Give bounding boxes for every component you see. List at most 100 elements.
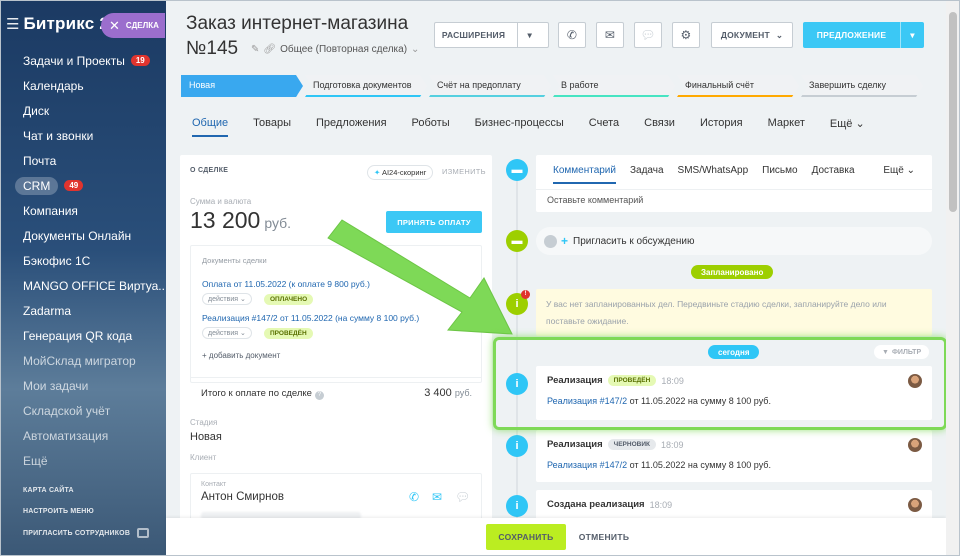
- avatar[interactable]: [908, 438, 922, 452]
- page-title[interactable]: Заказ интернет-магазина: [186, 13, 408, 35]
- stage-docs-prep[interactable]: Подготовка документов: [305, 75, 427, 97]
- menu-icon[interactable]: ☰: [6, 15, 19, 33]
- sidebar-item-mail[interactable]: Почта: [0, 148, 166, 173]
- configure-menu-link[interactable]: НАСТРОИТЬ МЕНЮ: [23, 508, 94, 515]
- edit-section-link[interactable]: ИЗМЕНИТЬ: [442, 167, 486, 176]
- sidebar-item-zadarma[interactable]: Zadarma: [0, 298, 166, 323]
- email-button[interactable]: ✉: [596, 22, 624, 48]
- document-actions-dropdown[interactable]: действия ⌄: [202, 327, 252, 339]
- payment-document-link[interactable]: Оплата от 11.05.2022 (к оплате 9 800 руб…: [202, 279, 370, 289]
- sidebar-item-company[interactable]: Компания: [0, 198, 166, 223]
- sidebar-item-chat[interactable]: Чат и звонки: [0, 123, 166, 148]
- offer-button[interactable]: ПРЕДЛОЖЕНИЕ ▾: [803, 22, 924, 48]
- stage-in-progress[interactable]: В работе: [553, 75, 675, 97]
- comment-input[interactable]: Оставьте комментарий: [547, 195, 643, 205]
- settings-button[interactable]: ⚙: [672, 22, 700, 48]
- filter-icon: ▼: [882, 348, 889, 356]
- chevron-down-icon[interactable]: ▾: [900, 22, 924, 48]
- accept-payment-button[interactable]: ПРИНЯТЬ ОПЛАТУ: [386, 211, 482, 233]
- chat-button[interactable]: 💬︎: [634, 22, 662, 48]
- stage-new[interactable]: Новая: [181, 75, 303, 97]
- sidebar-item-moysklad[interactable]: МойСклад мигратор: [0, 348, 166, 373]
- ai-scoring-button[interactable]: ✦ AI24-скоринг: [367, 165, 434, 180]
- tab-task[interactable]: Задача: [630, 165, 664, 184]
- phone-icon[interactable]: ✆: [409, 490, 419, 504]
- stage-label: Стадия: [190, 418, 218, 427]
- invite-employees-link[interactable]: ПРИГЛАСИТЬ СОТРУДНИКОВ: [23, 530, 130, 537]
- add-document-link[interactable]: + добавить документ: [202, 351, 280, 360]
- close-deal-slider-button[interactable]: ✕ СДЕЛКА: [101, 13, 165, 38]
- timeline-line: [516, 170, 518, 540]
- status-badge: ПРОВЕДЁН: [264, 328, 313, 339]
- pencil-icon[interactable]: ✎: [251, 44, 259, 55]
- realization-link[interactable]: Реализация #147/2: [547, 460, 627, 470]
- contact-name[interactable]: Антон Смирнов: [201, 491, 284, 503]
- deal-tabs: Общие Товары Предложения Роботы Бизнес-п…: [192, 117, 890, 137]
- tab-history[interactable]: История: [700, 117, 743, 137]
- deal-info-card: О СДЕЛКЕ ✦ AI24-скоринг ИЗМЕНИТЬ Сумма и…: [180, 155, 492, 556]
- tab-links[interactable]: Связи: [644, 117, 675, 137]
- tab-products[interactable]: Товары: [253, 117, 291, 137]
- composer-tabs: Комментарий Задача SMS/WhatsApp Письмо Д…: [553, 165, 869, 184]
- save-button[interactable]: СОХРАНИТЬ: [486, 524, 566, 550]
- realization-link[interactable]: Реализация #147/2: [547, 396, 627, 406]
- chevron-down-icon: ▾: [517, 23, 541, 47]
- document-actions-dropdown[interactable]: действия ⌄: [202, 293, 252, 305]
- composer-more-tab[interactable]: Ещё ⌄: [883, 165, 915, 176]
- tab-offers[interactable]: Предложения: [316, 117, 387, 137]
- extensions-button[interactable]: РАСШИРЕНИЯ ▾: [434, 22, 549, 48]
- sitemap-link[interactable]: КАРТА САЙТА: [23, 487, 74, 494]
- realization-document-link[interactable]: Реализация #147/2 от 11.05.2022 (на сумм…: [202, 313, 419, 323]
- deal-category[interactable]: ✎ 🔗︎ Общее (Повторная сделка) ⌄: [251, 44, 419, 55]
- tab-more[interactable]: Ещё ⌄: [830, 117, 865, 137]
- stage-prepayment-invoice[interactable]: Счёт на предоплату: [429, 75, 551, 97]
- stage-complete-deal[interactable]: Завершить сделку: [801, 75, 923, 97]
- stage-final-invoice[interactable]: Финальный счёт: [677, 75, 799, 97]
- sidebar-item-qr[interactable]: Генерация QR кода: [0, 323, 166, 348]
- avatar[interactable]: [908, 374, 922, 388]
- sidebar-item-more[interactable]: Ещё: [0, 448, 166, 473]
- scrollbar-thumb[interactable]: [949, 12, 957, 212]
- chat-icon[interactable]: 💬︎: [455, 490, 470, 504]
- avatar[interactable]: [908, 498, 922, 512]
- invite-to-discussion[interactable]: + Пригласить к обсуждению: [536, 227, 932, 255]
- tab-general[interactable]: Общие: [192, 117, 229, 137]
- planned-empty-notice: У вас нет запланированных дел. Передвинь…: [536, 289, 932, 336]
- info-icon: i: [506, 435, 528, 457]
- close-icon: ✕: [109, 17, 120, 33]
- tab-robots[interactable]: Роботы: [412, 117, 450, 137]
- sidebar-item-calendar[interactable]: Календарь: [0, 73, 166, 98]
- link-icon[interactable]: 🔗︎: [263, 44, 276, 55]
- document-button[interactable]: ДОКУМЕНТ ⌄: [711, 22, 793, 48]
- sidebar-item-automation[interactable]: Автоматизация: [0, 423, 166, 448]
- plus-icon: +: [561, 234, 569, 248]
- envelope-icon[interactable]: ✉: [432, 490, 442, 504]
- timeline-composer: Комментарий Задача SMS/WhatsApp Письмо Д…: [536, 155, 932, 212]
- total-value: 3 400 руб.: [424, 387, 472, 399]
- sidebar-item-backoffice[interactable]: Бэкофис 1С: [0, 248, 166, 273]
- sidebar-item-mango[interactable]: MANGO OFFICE Виртуа...: [0, 273, 166, 298]
- cancel-button[interactable]: ОТМЕНИТЬ: [574, 524, 634, 550]
- sidebar-item-crm[interactable]: CRM 49: [0, 173, 166, 198]
- sidebar-item-warehouse[interactable]: Складской учёт: [0, 398, 166, 423]
- envelope-icon: ✉: [604, 28, 616, 42]
- sidebar-item-my-tasks[interactable]: Мои задачи: [0, 373, 166, 398]
- help-icon[interactable]: ?: [314, 391, 324, 400]
- comment-icon: ▬: [506, 159, 528, 181]
- filter-button[interactable]: ▼ ФИЛЬТР: [874, 345, 930, 359]
- tab-sms[interactable]: SMS/WhatsApp: [678, 165, 749, 184]
- tab-invoices[interactable]: Счета: [589, 117, 619, 137]
- sidebar-item-disk[interactable]: Диск: [0, 98, 166, 123]
- tab-delivery[interactable]: Доставка: [812, 165, 855, 184]
- stage-value[interactable]: Новая: [190, 431, 222, 443]
- tab-email[interactable]: Письмо: [762, 165, 797, 184]
- sidebar-item-tasks[interactable]: Задачи и Проекты 19: [0, 48, 166, 73]
- tab-comment[interactable]: Комментарий: [553, 165, 616, 184]
- printer-icon[interactable]: [137, 528, 149, 538]
- event-title: Создана реализация: [547, 499, 645, 510]
- info-icon: i: [506, 373, 528, 395]
- tab-market[interactable]: Маркет: [768, 117, 805, 137]
- call-button[interactable]: ✆: [558, 22, 586, 48]
- tab-business-processes[interactable]: Бизнес-процессы: [475, 117, 564, 137]
- sidebar-item-docs-online[interactable]: Документы Онлайн: [0, 223, 166, 248]
